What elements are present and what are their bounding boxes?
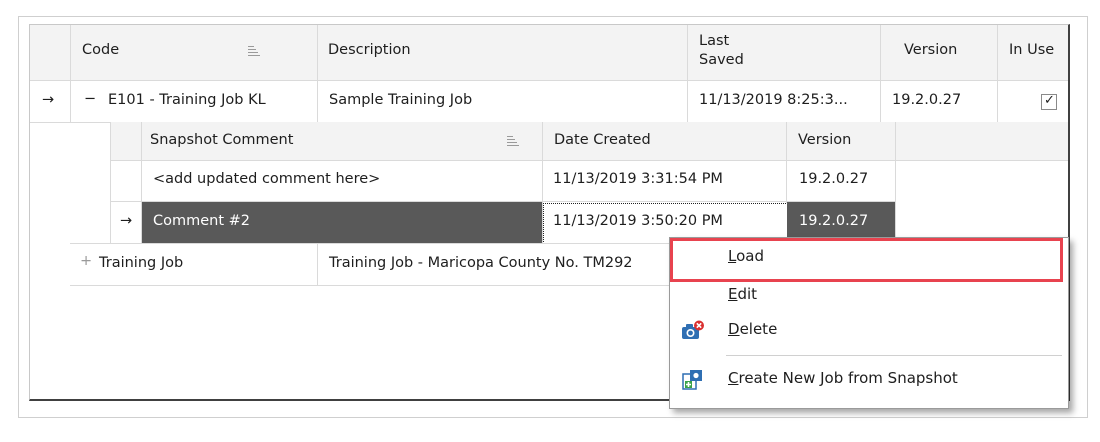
column-header-code[interactable]: Code <box>70 25 317 80</box>
menu-separator <box>726 355 1062 356</box>
column-header-version-label: Version <box>904 42 958 58</box>
row-indicator-arrow: → <box>120 213 133 229</box>
check-mark-icon: ✓ <box>1044 93 1055 108</box>
column-header-code-label: Code <box>82 42 120 58</box>
camera-delete-icon <box>681 320 705 342</box>
column-header-version[interactable]: Version <box>880 25 997 80</box>
column-header-in-use-label: In Use <box>1009 42 1055 58</box>
table-row[interactable]: → − E101 - Training Job KL Sample Traini… <box>30 81 1068 122</box>
table-row[interactable]: <add updated comment here> 11/13/2019 3:… <box>110 161 895 201</box>
row-last-saved: 11/13/2019 8:25:3... <box>699 92 848 108</box>
row-description: Sample Training Job <box>329 92 473 108</box>
column-header-snapshot-comment[interactable]: Snapshot Comment <box>150 132 293 148</box>
snapshot-version: 19.2.0.27 <box>799 213 869 229</box>
snapshot-comment: <add updated comment here> <box>153 171 381 187</box>
menu-item-edit-label: Edit <box>728 285 758 303</box>
collapse-button[interactable]: − <box>84 91 96 107</box>
menu-item-create-new-job-label: Create New Job from Snapshot <box>728 369 958 387</box>
selected-comment-cell[interactable]: Comment #2 <box>142 202 542 243</box>
in-use-checkbox[interactable]: ✓ <box>1041 93 1057 110</box>
row-code: Training Job <box>99 255 184 271</box>
column-header-date-created[interactable]: Date Created <box>554 132 651 148</box>
snapshot-grid: Snapshot Comment Date Created Version <a… <box>110 122 1068 244</box>
sort-icon[interactable] <box>507 136 519 146</box>
sort-icon[interactable] <box>248 46 260 56</box>
row-code: E101 - Training Job KL <box>108 92 266 108</box>
expand-button[interactable]: + <box>80 253 92 269</box>
snapshot-date-created: 11/13/2019 3:31:54 PM <box>553 171 723 187</box>
snapshot-comment: Comment #2 <box>153 213 251 229</box>
column-header-in-use[interactable]: In Use <box>997 25 1068 80</box>
create-job-icon <box>681 369 705 391</box>
row-indicator-arrow: → <box>42 92 55 108</box>
column-header-description[interactable]: Description <box>317 25 687 80</box>
column-header-last-saved[interactable]: Last Saved <box>687 25 880 80</box>
column-header-snapshot-version[interactable]: Version <box>798 132 851 148</box>
column-header-description-label: Description <box>328 42 411 58</box>
menu-item-delete[interactable]: Delete <box>671 314 1067 348</box>
column-header-last-saved-line1: Last <box>699 33 730 49</box>
menu-item-edit[interactable]: Edit <box>671 279 1067 313</box>
row-version: 19.2.0.27 <box>892 92 962 108</box>
snapshot-version: 19.2.0.27 <box>799 171 869 187</box>
column-header-last-saved-line2: Saved <box>699 52 744 68</box>
load-highlight-box <box>670 238 1063 282</box>
menu-item-create-new-job[interactable]: Create New Job from Snapshot <box>671 363 1067 397</box>
snapshot-date-created: 11/13/2019 3:50:20 PM <box>553 213 723 229</box>
row-description: Training Job - Maricopa County No. TM292 <box>329 255 633 271</box>
menu-item-delete-label: Delete <box>728 320 778 338</box>
